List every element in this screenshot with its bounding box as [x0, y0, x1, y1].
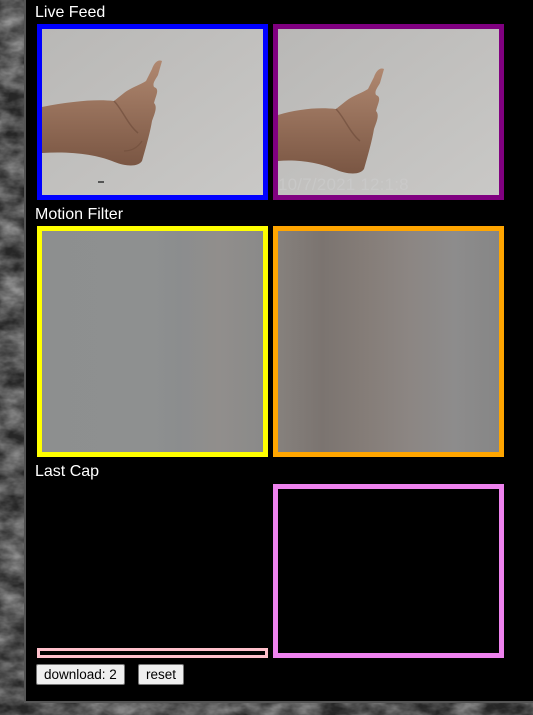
live-feed-right-frame: 10/7/2021 12:1:8 [273, 24, 504, 200]
live-feed-title: Live Feed [35, 4, 106, 21]
reset-button[interactable]: reset [138, 664, 185, 685]
live-feed-left-frame [37, 24, 268, 200]
motion-filter-image [278, 231, 499, 452]
camera-panel: Live Feed 10/7/2021 12:1:8 Motion Filter… [24, 0, 533, 703]
motion-filter-left-frame [37, 226, 268, 457]
last-cap-left-frame [37, 648, 268, 658]
thumbs-up-hand-image [42, 29, 263, 195]
motion-filter-right-frame [273, 226, 504, 457]
last-cap-title: Last Cap [35, 463, 100, 480]
last-cap-right-frame [273, 484, 504, 658]
timestamp-overlay: 10/7/2021 12:1:8 [278, 175, 409, 194]
download-button[interactable]: download: 2 [36, 664, 125, 685]
motion-filter-image [42, 231, 263, 452]
thumbs-up-hand-image [278, 29, 499, 195]
motion-filter-title: Motion Filter [35, 206, 124, 223]
